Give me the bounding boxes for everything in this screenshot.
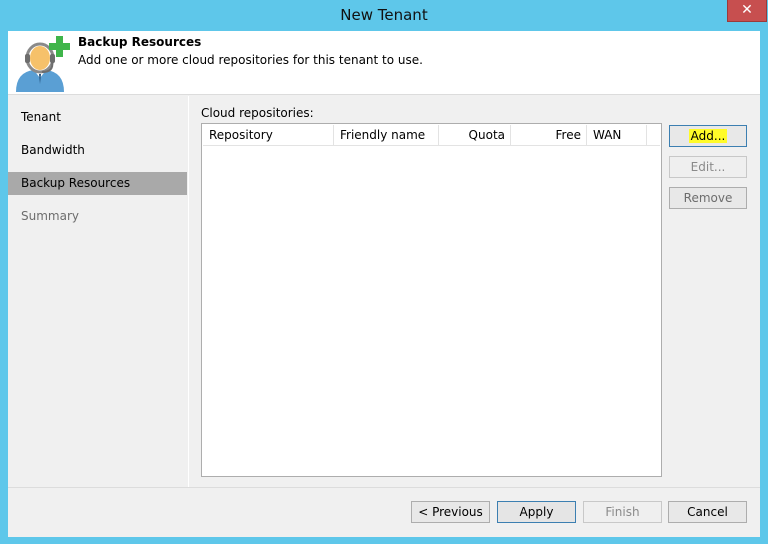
remove-button[interactable]: Remove bbox=[669, 187, 747, 209]
wizard-window: Backup Resources Add one or more cloud r… bbox=[8, 31, 760, 537]
apply-button[interactable]: Apply bbox=[497, 501, 576, 523]
step-backup-resources[interactable]: Backup Resources bbox=[8, 172, 187, 195]
tenant-add-icon bbox=[12, 34, 72, 92]
list-header: Repository Friendly name Quota Free WAN bbox=[203, 125, 660, 146]
repositories-list[interactable]: Repository Friendly name Quota Free WAN bbox=[201, 123, 662, 477]
step-summary: Summary bbox=[21, 209, 79, 223]
add-button[interactable]: Add... bbox=[669, 125, 747, 147]
add-button-label: Add... bbox=[688, 129, 728, 143]
close-button[interactable]: ✕ bbox=[727, 0, 767, 22]
column-wan[interactable]: WAN bbox=[587, 125, 647, 145]
wizard-steps: Tenant Bandwidth Backup Resources Summar… bbox=[8, 96, 188, 487]
cancel-button[interactable]: Cancel bbox=[668, 501, 747, 523]
finish-button: Finish bbox=[583, 501, 662, 523]
column-free[interactable]: Free bbox=[511, 125, 587, 145]
divider bbox=[188, 96, 189, 487]
previous-button[interactable]: < Previous bbox=[411, 501, 490, 523]
title-bar: New Tenant ✕ bbox=[0, 0, 768, 31]
wizard-header: Backup Resources Add one or more cloud r… bbox=[8, 31, 760, 95]
column-friendly-name[interactable]: Friendly name bbox=[334, 125, 439, 145]
step-bandwidth[interactable]: Bandwidth bbox=[8, 139, 187, 162]
page-description: Add one or more cloud repositories for t… bbox=[78, 53, 423, 67]
column-quota[interactable]: Quota bbox=[439, 125, 511, 145]
close-icon: ✕ bbox=[741, 2, 753, 18]
edit-button: Edit... bbox=[669, 156, 747, 178]
cloud-repositories-label: Cloud repositories: bbox=[201, 106, 314, 120]
page-title: Backup Resources bbox=[78, 35, 202, 49]
step-tenant[interactable]: Tenant bbox=[8, 106, 187, 129]
footer-divider bbox=[8, 487, 760, 488]
column-repository[interactable]: Repository bbox=[203, 125, 334, 145]
window-title: New Tenant bbox=[340, 6, 428, 24]
